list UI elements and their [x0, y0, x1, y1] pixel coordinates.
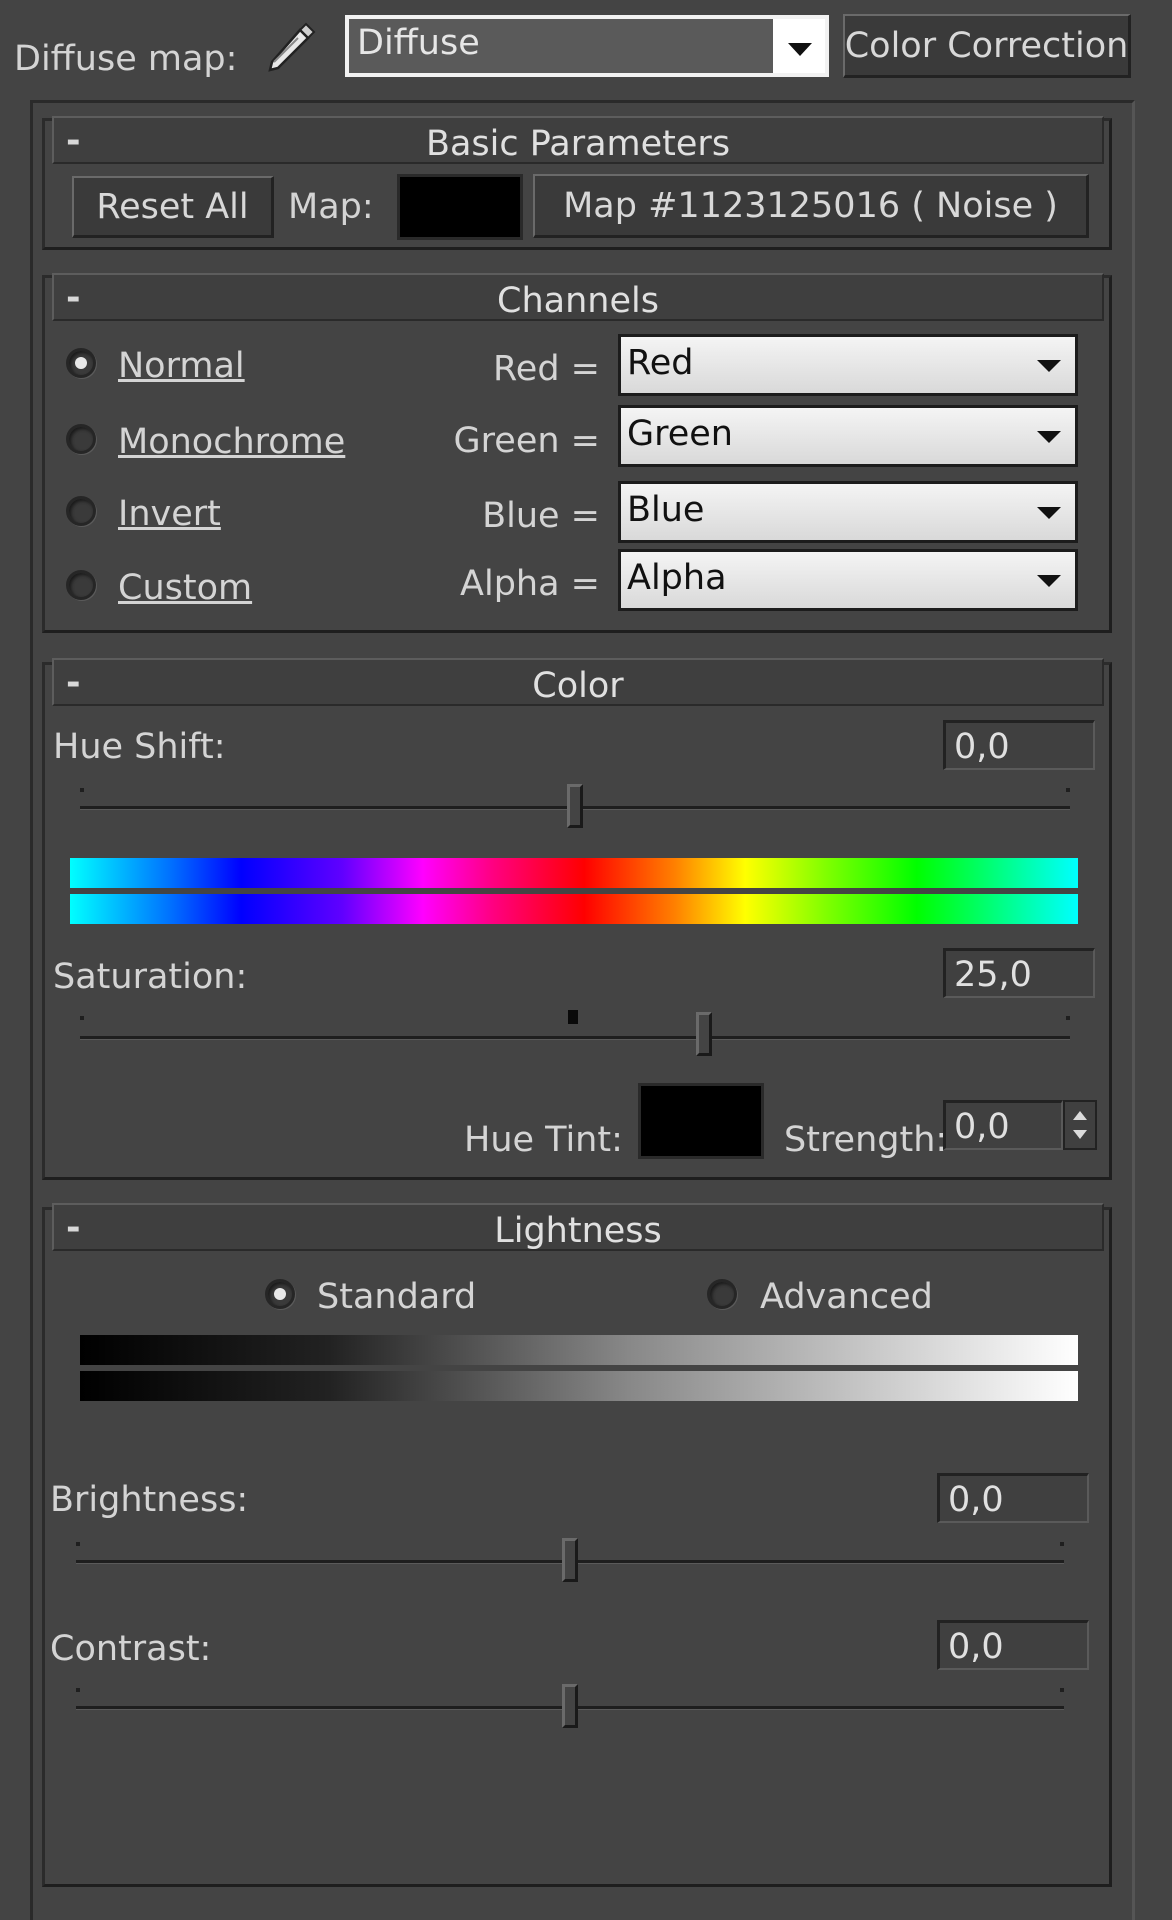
radio-standard-label[interactable]: Standard [317, 1280, 476, 1315]
blue-channel-dropdown[interactable]: Blue [618, 481, 1078, 543]
map-type-value: Diffuse [357, 23, 480, 63]
brightness-spinner[interactable]: 0,0 [937, 1473, 1089, 1523]
red-channel-value: Red [627, 343, 694, 383]
chevron-down-icon[interactable] [1037, 360, 1061, 372]
alpha-channel-value: Alpha [627, 558, 727, 598]
radio-normal[interactable] [66, 348, 96, 378]
hue-tint-swatch[interactable] [638, 1083, 764, 1159]
color-correction-button[interactable]: Color Correction [843, 14, 1131, 78]
strength-label: Strength: [784, 1120, 948, 1160]
saturation-slider[interactable] [80, 1008, 1070, 1056]
chevron-down-icon[interactable] [1037, 507, 1061, 519]
strength-value: 0,0 [954, 1107, 1010, 1147]
green-channel-dropdown[interactable]: Green [618, 405, 1078, 467]
brightness-slider-thumb[interactable] [562, 1538, 578, 1582]
chevron-down-icon[interactable] [1037, 575, 1061, 587]
saturation-label: Saturation: [53, 957, 248, 997]
red-channel-dropdown[interactable]: Red [618, 334, 1078, 396]
contrast-slider[interactable] [76, 1680, 1064, 1728]
lightness-title: Lightness [494, 1211, 662, 1251]
contrast-value: 0,0 [948, 1627, 1004, 1667]
brightness-value: 0,0 [948, 1480, 1004, 1520]
lightness-gradient-bar [80, 1335, 1078, 1365]
radio-custom-label[interactable]: Custom [118, 571, 252, 606]
radio-monochrome[interactable] [66, 424, 96, 454]
chevron-down-icon[interactable] [773, 19, 825, 73]
strength-spinner-arrows[interactable] [1063, 1100, 1097, 1150]
radio-invert[interactable] [66, 496, 96, 526]
radio-normal-label[interactable]: Normal [118, 349, 245, 384]
diffuse-map-label: Diffuse map: [14, 39, 238, 79]
brightness-label: Brightness: [50, 1480, 249, 1520]
strength-spinner[interactable]: 0,0 [943, 1100, 1063, 1150]
map-type-dropdown[interactable]: Diffuse [345, 15, 829, 77]
saturation-slider-thumb[interactable] [696, 1012, 712, 1056]
basic-parameters-header[interactable]: - Basic Parameters [52, 116, 1104, 164]
radio-custom[interactable] [66, 570, 96, 600]
channels-header[interactable]: - Channels [52, 273, 1104, 321]
basic-parameters-title: Basic Parameters [425, 124, 731, 164]
hue-shift-value: 0,0 [954, 727, 1010, 767]
contrast-spinner[interactable]: 0,0 [937, 1620, 1089, 1670]
hue-shift-label: Hue Shift: [53, 727, 226, 767]
brightness-slider[interactable] [76, 1534, 1064, 1582]
lightness-gradient-bar-adjusted [80, 1371, 1078, 1401]
color-title: Color [532, 666, 624, 706]
lightness-header[interactable]: - Lightness [52, 1203, 1104, 1251]
alpha-channel-dropdown[interactable]: Alpha [618, 549, 1078, 611]
channels-title: Channels [497, 281, 659, 321]
hue-shift-slider[interactable] [80, 780, 1070, 828]
hue-tint-label: Hue Tint: [464, 1120, 623, 1160]
radio-advanced[interactable] [707, 1279, 737, 1309]
radio-standard[interactable] [265, 1279, 295, 1309]
green-channel-label: Green = [453, 421, 600, 461]
red-channel-label: Red = [493, 349, 600, 389]
saturation-spinner[interactable]: 25,0 [943, 948, 1095, 998]
hue-spectrum-bar [70, 858, 1078, 888]
blue-channel-label: Blue = [482, 496, 600, 536]
radio-invert-label[interactable]: Invert [118, 497, 221, 532]
hue-shift-spinner[interactable]: 0,0 [943, 720, 1095, 770]
saturation-default-marker [568, 1010, 578, 1024]
chevron-down-icon[interactable] [1037, 431, 1061, 443]
radio-advanced-label[interactable]: Advanced [760, 1280, 933, 1315]
map-label: Map: [288, 187, 374, 227]
radio-monochrome-label[interactable]: Monochrome [118, 425, 345, 460]
saturation-value: 25,0 [954, 955, 1032, 995]
blue-channel-value: Blue [627, 490, 705, 530]
color-header[interactable]: - Color [52, 658, 1104, 706]
alpha-channel-label: Alpha = [460, 564, 600, 604]
reset-all-button[interactable]: Reset All [72, 176, 274, 238]
hue-shift-slider-thumb[interactable] [567, 784, 583, 828]
map-color-swatch[interactable] [397, 174, 523, 240]
contrast-slider-thumb[interactable] [562, 1684, 578, 1728]
eyedropper-icon[interactable] [262, 18, 320, 76]
hue-spectrum-bar-shifted [70, 894, 1078, 924]
map-slot-button[interactable]: Map #1123125016 ( Noise ) [533, 174, 1089, 238]
contrast-label: Contrast: [50, 1629, 212, 1669]
green-channel-value: Green [627, 414, 733, 454]
